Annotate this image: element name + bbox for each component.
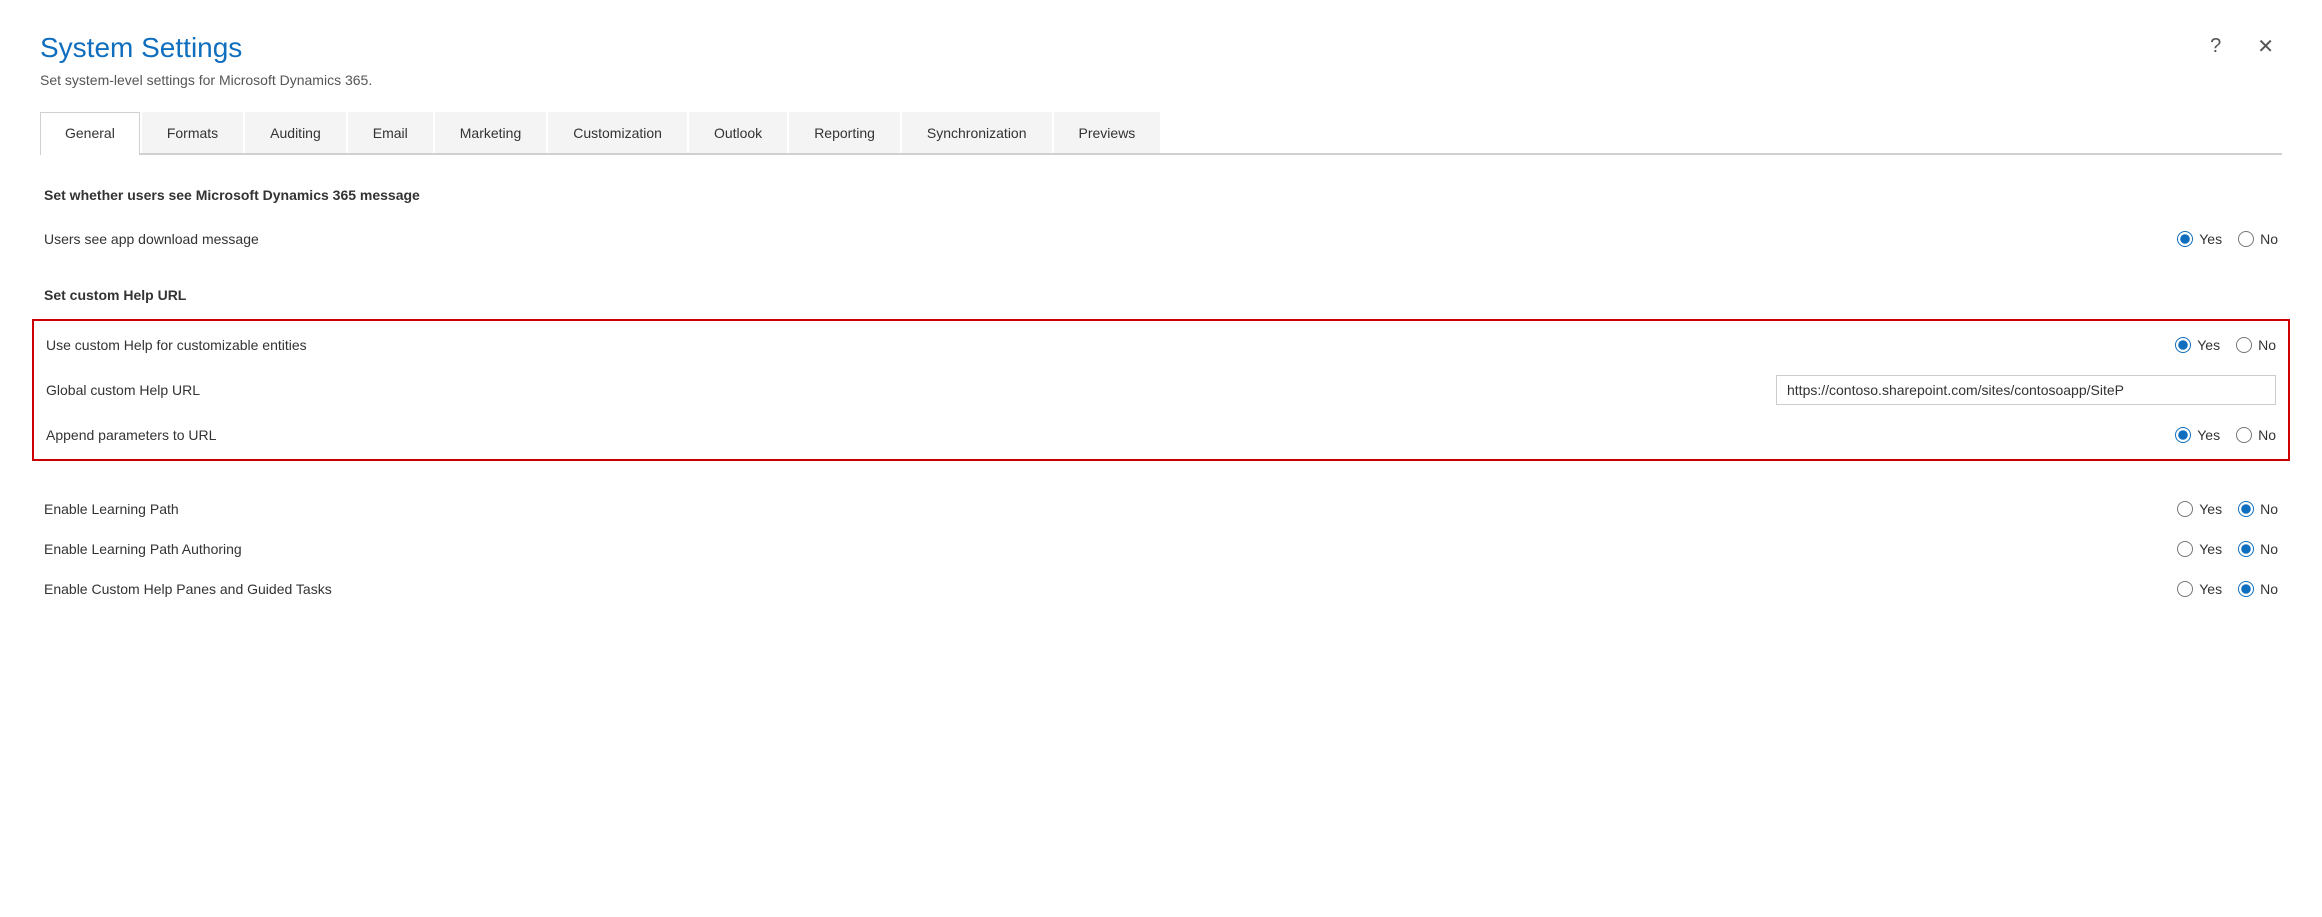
setting-label-append-params: Append parameters to URL: [46, 427, 1976, 443]
setting-control-custom-help-panes: Yes No: [1978, 581, 2278, 597]
content-area: Set whether users see Microsoft Dynamics…: [40, 187, 2282, 609]
radio-group-append-params: Yes No: [2175, 427, 2276, 443]
radio-yes-learning-path[interactable]: Yes: [2177, 501, 2222, 517]
tab-email[interactable]: Email: [348, 112, 433, 153]
radio-no-input-learning-authoring[interactable]: [2238, 541, 2254, 557]
radio-yes-custom-panes[interactable]: Yes: [2177, 581, 2222, 597]
tab-outlook[interactable]: Outlook: [689, 112, 787, 153]
radio-no-custom-help[interactable]: No: [2236, 337, 2276, 353]
setting-label-custom-help-panes: Enable Custom Help Panes and Guided Task…: [44, 581, 1978, 597]
radio-no-learning-authoring[interactable]: No: [2238, 541, 2278, 557]
section-learning: Enable Learning Path Yes No: [44, 489, 2278, 609]
tab-customization[interactable]: Customization: [548, 112, 687, 153]
radio-no-input-learning-path[interactable]: [2238, 501, 2254, 517]
setting-label-global-help-url: Global custom Help URL: [46, 382, 1776, 398]
page-title: System Settings: [40, 32, 2282, 64]
radio-yes-learning-authoring[interactable]: Yes: [2177, 541, 2222, 557]
radio-group-custom-help-entities: Yes No: [2175, 337, 2276, 353]
radio-yes-label-learning-authoring: Yes: [2199, 541, 2222, 557]
help-button[interactable]: ?: [2202, 31, 2229, 62]
tab-synchronization[interactable]: Synchronization: [902, 112, 1052, 153]
setting-label-app-download: Users see app download message: [44, 231, 1978, 247]
radio-yes-app-download[interactable]: Yes: [2177, 231, 2222, 247]
setting-row-app-download: Users see app download message Yes No: [44, 219, 2278, 259]
setting-control-app-download: Yes No: [1978, 231, 2278, 247]
tab-marketing[interactable]: Marketing: [435, 112, 546, 153]
radio-yes-input-custom-panes[interactable]: [2177, 581, 2193, 597]
tab-formats[interactable]: Formats: [142, 112, 243, 153]
setting-control-append-params: Yes No: [1976, 427, 2276, 443]
radio-group-custom-help-panes: Yes No: [2177, 581, 2278, 597]
section-dynamics-message-title: Set whether users see Microsoft Dynamics…: [44, 187, 2278, 203]
setting-row-global-help-url: Global custom Help URL: [46, 365, 2276, 415]
section-dynamics-message: Set whether users see Microsoft Dynamics…: [44, 187, 2278, 259]
radio-no-input-app-download[interactable]: [2238, 231, 2254, 247]
radio-no-label-learning-authoring: No: [2260, 541, 2278, 557]
tabs-container: GeneralFormatsAuditingEmailMarketingCust…: [40, 112, 2282, 155]
global-help-url-input[interactable]: [1776, 375, 2276, 405]
radio-yes-input-app-download[interactable]: [2177, 231, 2193, 247]
radio-no-label-append-params: No: [2258, 427, 2276, 443]
tab-auditing[interactable]: Auditing: [245, 112, 346, 153]
dialog-header: System Settings Set system-level setting…: [40, 32, 2282, 88]
radio-group-learning-path-authoring: Yes No: [2177, 541, 2278, 557]
setting-control-learning-path-authoring: Yes No: [1978, 541, 2278, 557]
dialog-container: ? ✕ System Settings Set system-level set…: [0, 0, 2322, 917]
radio-yes-input-learning-authoring[interactable]: [2177, 541, 2193, 557]
setting-row-append-params: Append parameters to URL Yes No: [46, 415, 2276, 455]
radio-yes-input-append-params[interactable]: [2175, 427, 2191, 443]
setting-row-custom-help-panes: Enable Custom Help Panes and Guided Task…: [44, 569, 2278, 609]
radio-yes-append-params[interactable]: Yes: [2175, 427, 2220, 443]
section-custom-help: Set custom Help URL Use custom Help for …: [44, 287, 2278, 461]
radio-yes-label-append-params: Yes: [2197, 427, 2220, 443]
radio-yes-label-learning-path: Yes: [2199, 501, 2222, 517]
radio-no-input-custom-help[interactable]: [2236, 337, 2252, 353]
radio-no-label-app-download: No: [2260, 231, 2278, 247]
setting-label-learning-path-authoring: Enable Learning Path Authoring: [44, 541, 1978, 557]
page-subtitle: Set system-level settings for Microsoft …: [40, 72, 2282, 88]
setting-control-custom-help-entities: Yes No: [1976, 337, 2276, 353]
radio-no-input-custom-panes[interactable]: [2238, 581, 2254, 597]
setting-label-learning-path: Enable Learning Path: [44, 501, 1978, 517]
radio-yes-label-custom-help: Yes: [2197, 337, 2220, 353]
tab-previews[interactable]: Previews: [1054, 112, 1161, 153]
highlighted-section: Use custom Help for customizable entitie…: [32, 319, 2290, 461]
radio-no-label-custom-panes: No: [2260, 581, 2278, 597]
setting-control-learning-path: Yes No: [1978, 501, 2278, 517]
radio-yes-custom-help[interactable]: Yes: [2175, 337, 2220, 353]
setting-row-learning-path-authoring: Enable Learning Path Authoring Yes No: [44, 529, 2278, 569]
radio-yes-input-custom-help[interactable]: [2175, 337, 2191, 353]
radio-no-label-custom-help: No: [2258, 337, 2276, 353]
dialog-controls: ? ✕: [2202, 30, 2282, 63]
setting-label-custom-help-entities: Use custom Help for customizable entitie…: [46, 337, 1976, 353]
radio-yes-input-learning-path[interactable]: [2177, 501, 2193, 517]
radio-no-learning-path[interactable]: No: [2238, 501, 2278, 517]
radio-yes-label-app-download: Yes: [2199, 231, 2222, 247]
radio-group-app-download: Yes No: [2177, 231, 2278, 247]
section-custom-help-title: Set custom Help URL: [44, 287, 2278, 303]
tab-reporting[interactable]: Reporting: [789, 112, 900, 153]
setting-row-learning-path: Enable Learning Path Yes No: [44, 489, 2278, 529]
radio-no-input-append-params[interactable]: [2236, 427, 2252, 443]
tab-general[interactable]: General: [40, 112, 140, 155]
setting-row-custom-help-entities: Use custom Help for customizable entitie…: [46, 325, 2276, 365]
radio-yes-label-custom-panes: Yes: [2199, 581, 2222, 597]
setting-control-global-help-url: [1776, 375, 2276, 405]
radio-no-label-learning-path: No: [2260, 501, 2278, 517]
radio-group-learning-path: Yes No: [2177, 501, 2278, 517]
radio-no-custom-panes[interactable]: No: [2238, 581, 2278, 597]
radio-no-app-download[interactable]: No: [2238, 231, 2278, 247]
radio-no-append-params[interactable]: No: [2236, 427, 2276, 443]
close-button[interactable]: ✕: [2249, 30, 2282, 63]
